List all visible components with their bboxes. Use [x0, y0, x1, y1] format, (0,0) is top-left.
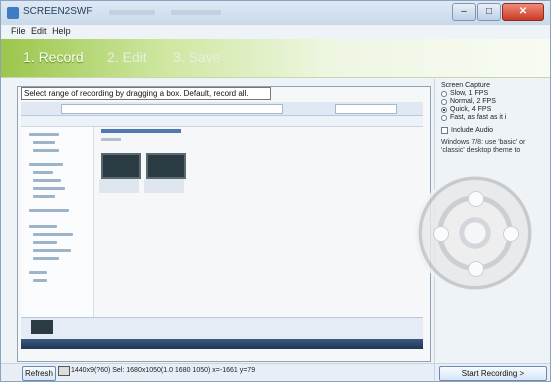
menu-edit[interactable]: Edit: [31, 25, 47, 38]
preview-file-label: [99, 179, 139, 193]
fps-fast-label: Fast, as fast as it i: [450, 114, 507, 121]
radio-selected-icon[interactable]: [441, 106, 447, 113]
fps-normal-label: Normal, 2 FPS: [450, 98, 496, 105]
preview-navigation-pane: [21, 127, 94, 317]
film-reel-icon: [415, 173, 535, 293]
preview-folder-title: [101, 129, 181, 133]
capture-hint: Select range of recording by dragging a …: [21, 87, 271, 100]
refresh-button[interactable]: Refresh: [22, 366, 56, 381]
maximize-button[interactable]: □: [477, 3, 501, 21]
selection-coordinates: 1440x9(?60) Sel: 1680x1050(1.0 1680 1050…: [71, 367, 256, 374]
monitor-icon: [58, 366, 70, 376]
radio-icon[interactable]: [441, 90, 447, 97]
preview-file-label: [144, 179, 184, 193]
include-audio-checkbox[interactable]: [441, 127, 448, 134]
fps-normal-option[interactable]: Normal, 2 FPS: [441, 98, 496, 105]
title-bar: SCREEN2SWF – □ ✕: [1, 1, 550, 25]
preview-video-thumbnail: [101, 153, 141, 179]
preview-folder-subtitle: [101, 138, 121, 141]
title-decoration: [171, 10, 221, 15]
fps-fast-option[interactable]: Fast, as fast as it i: [441, 114, 506, 121]
start-recording-button[interactable]: Start Recording >: [439, 366, 547, 381]
divider: [434, 362, 435, 381]
step-edit[interactable]: 2. Edit: [107, 49, 147, 65]
fps-slow-label: Slow, 1 FPS: [450, 90, 489, 97]
radio-icon[interactable]: [441, 98, 447, 105]
wizard-steps: 1. Record 2. Edit 3. Save: [1, 39, 550, 78]
menu-file[interactable]: File: [11, 25, 26, 38]
include-audio-option[interactable]: Include Audio: [441, 127, 493, 134]
preview-taskbar: [21, 339, 423, 349]
radio-icon[interactable]: [441, 114, 447, 121]
preview-video-thumbnail: [146, 153, 186, 179]
title-decoration: [109, 10, 155, 15]
menu-help[interactable]: Help: [52, 25, 71, 38]
preview-search-box: [335, 104, 397, 114]
theme-tip: Windows 7/8: use 'basic' or 'classic' de…: [441, 139, 526, 154]
fps-quick-label: Quick, 4 FPS: [450, 106, 492, 113]
menu-bar: File Edit Help: [1, 25, 550, 38]
window-controls: – □ ✕: [452, 3, 544, 21]
fps-quick-option[interactable]: Quick, 4 FPS: [441, 106, 491, 113]
app-window: SCREEN2SWF – □ ✕ File Edit Help 1. Recor…: [0, 0, 551, 382]
app-icon: [7, 7, 19, 19]
preview-details-pane: [21, 317, 423, 340]
step-record[interactable]: 1. Record: [23, 49, 84, 65]
include-audio-label: Include Audio: [451, 127, 494, 134]
minimize-button[interactable]: –: [452, 3, 476, 21]
fps-slow-option[interactable]: Slow, 1 FPS: [441, 90, 488, 97]
preview-address-bar: [61, 104, 283, 114]
preview-command-bar: [21, 116, 423, 127]
close-button[interactable]: ✕: [502, 3, 544, 21]
preview-detail-thumbnail: [31, 320, 53, 334]
screen-capture-heading: Screen Capture: [441, 82, 491, 89]
window-title: SCREEN2SWF: [23, 6, 93, 17]
step-save[interactable]: 3. Save: [173, 49, 220, 65]
